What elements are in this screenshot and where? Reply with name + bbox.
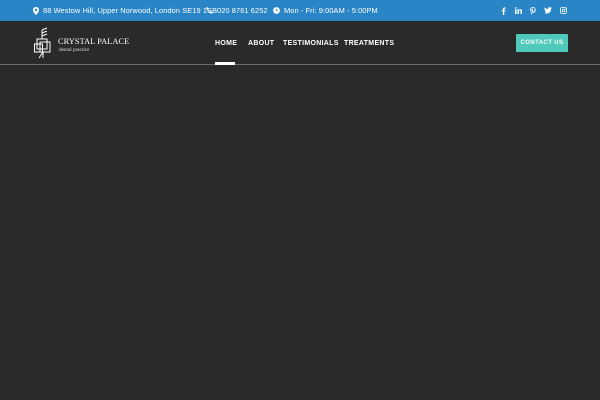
contact-us-button[interactable]: CONTACT US: [516, 34, 568, 52]
social-links: [499, 0, 567, 21]
hero-section: [0, 65, 600, 400]
clock-icon: [273, 7, 280, 14]
logo-mark-icon: [33, 27, 55, 64]
nav-home[interactable]: HOME: [215, 21, 237, 65]
twitter-icon[interactable]: [544, 7, 552, 15]
site-header: CRYSTAL PALACE dental practice HOME ABOU…: [0, 21, 600, 65]
nav-testimonials[interactable]: TESTIMONIALS: [283, 21, 339, 65]
logo-subtitle: dental practice: [59, 46, 90, 53]
hours-text: Mon - Fri: 9:00AM - 5:00PM: [284, 6, 378, 15]
nav-about[interactable]: ABOUT: [248, 21, 274, 65]
instagram-icon[interactable]: [559, 7, 567, 15]
logo[interactable]: CRYSTAL PALACE dental practice: [33, 27, 129, 64]
nav-treatments[interactable]: TREATMENTS: [344, 21, 394, 65]
logo-text: CRYSTAL PALACE dental practice: [58, 37, 130, 53]
address-text: 88 Westow Hill, Upper Norwood, London SE…: [43, 6, 218, 15]
map-pin-icon: [33, 6, 39, 15]
pinterest-icon[interactable]: [529, 6, 537, 15]
facebook-icon[interactable]: [499, 6, 507, 15]
top-info-bar: 88 Westow Hill, Upper Norwood, London SE…: [0, 0, 600, 21]
phone-item[interactable]: 020 8761 6252: [206, 0, 268, 21]
phone-text[interactable]: 020 8761 6252: [217, 6, 268, 15]
address-item: 88 Westow Hill, Upper Norwood, London SE…: [33, 0, 217, 21]
hours-item: Mon - Fri: 9:00AM - 5:00PM: [273, 0, 378, 21]
phone-icon: [206, 7, 213, 14]
logo-title: CRYSTAL PALACE: [58, 37, 130, 47]
linkedin-icon[interactable]: [514, 7, 522, 15]
